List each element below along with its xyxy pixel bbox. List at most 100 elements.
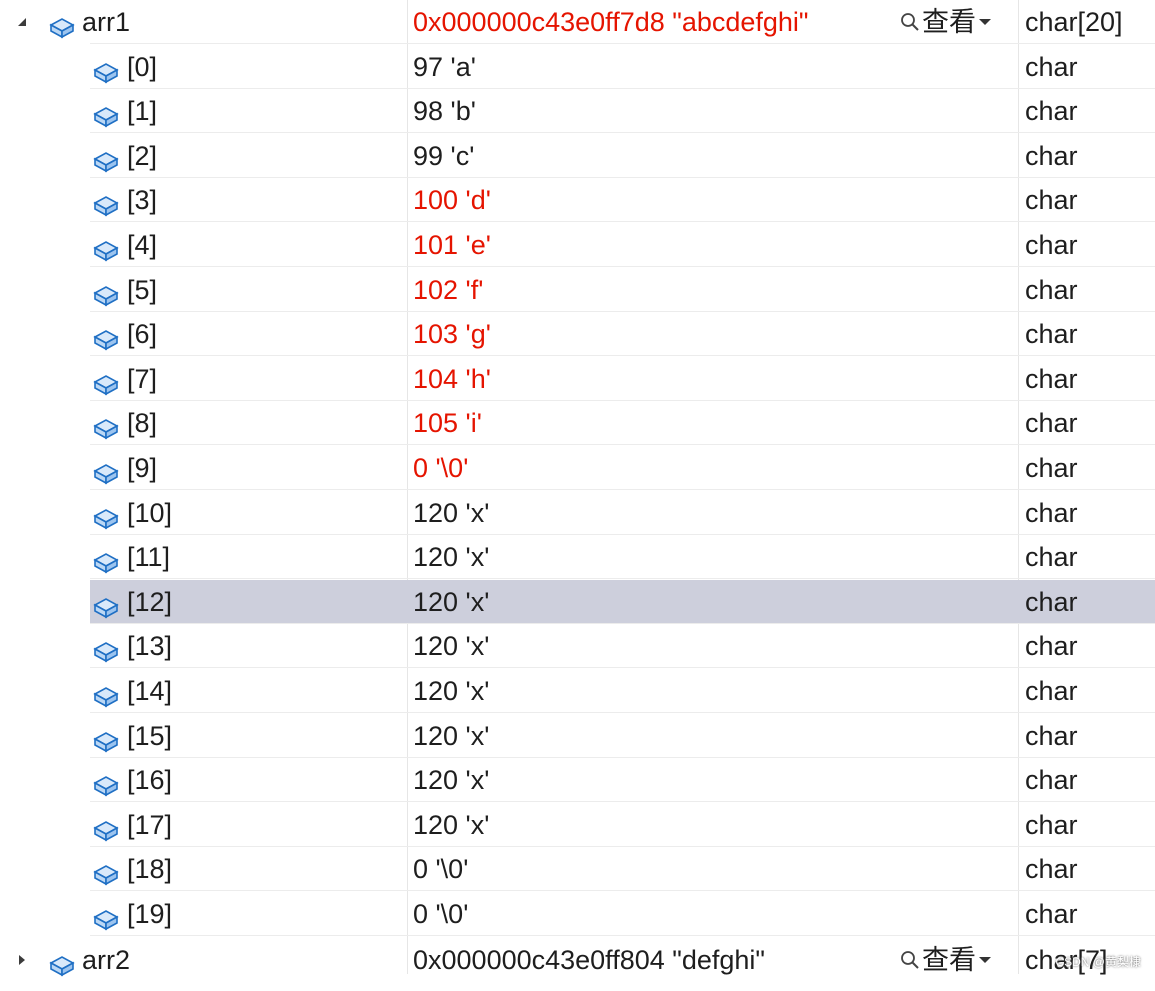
field-cube-icon [92, 767, 120, 797]
watch-row-element[interactable]: [6] 103 'g' char [0, 312, 1155, 357]
element-type: char [1025, 185, 1078, 216]
element-type: char [1025, 676, 1078, 706]
watch-row-element[interactable]: [8] 105 'i' char [0, 401, 1155, 446]
view-label: 查看 [922, 7, 976, 37]
watch-row-element[interactable]: [19] 0 '\0' char [0, 892, 1155, 936]
element-value[interactable]: 99 'c' [413, 134, 1003, 178]
element-value[interactable]: 104 'h' [413, 357, 1003, 401]
watch-row-element[interactable]: [4] 101 'e' char [0, 223, 1155, 267]
element-value[interactable]: 120 'x' [413, 803, 1003, 847]
watch-row-element[interactable]: [17] 120 'x' char [0, 803, 1155, 847]
variable-value[interactable]: 0x000000c43e0ff7d8 "abcdefghi" [413, 0, 893, 44]
element-value[interactable]: 0 '\0' [413, 446, 1003, 490]
element-value[interactable]: 98 'b' [413, 89, 1003, 133]
element-type: char [1025, 453, 1078, 483]
watch-row-element[interactable]: [15] 120 'x' char [0, 714, 1155, 758]
watch-row-element[interactable]: [2] 99 'c' char [0, 134, 1155, 178]
magnifier-icon [901, 951, 919, 969]
element-value[interactable]: 105 'i' [413, 401, 1003, 445]
element-value[interactable]: 0 '\0' [413, 892, 1003, 936]
field-cube-icon [92, 544, 120, 574]
element-type: char [1025, 408, 1078, 439]
caret-down-icon[interactable] [978, 955, 992, 965]
variable-value[interactable]: 0x000000c43e0ff804 "defghi" [413, 938, 893, 982]
variable-name: arr2 [82, 945, 131, 975]
element-index: [15] [127, 720, 173, 751]
element-index: [8] [127, 408, 158, 439]
field-cube-icon [92, 723, 120, 752]
watch-row-element[interactable]: [12] 120 'x' char [0, 579, 1155, 624]
element-index: [3] [127, 185, 158, 216]
view-label: 查看 [922, 945, 976, 975]
field-cube-icon [92, 500, 120, 529]
element-index: [19] [127, 899, 173, 929]
view-visualizer-button[interactable]: 查看 [900, 938, 992, 982]
element-index: [9] [127, 453, 158, 483]
element-value[interactable]: 120 'x' [413, 535, 1003, 579]
field-cube-icon [92, 98, 120, 128]
field-cube-icon [92, 589, 120, 619]
field-cube-icon [92, 187, 120, 217]
element-value[interactable]: 120 'x' [413, 758, 1003, 802]
field-cube-icon [92, 455, 120, 485]
element-type: char [1025, 497, 1078, 528]
watch-row-element[interactable]: [7] 104 'h' char [0, 357, 1155, 401]
element-type: char [1025, 586, 1078, 617]
magnifier-icon [901, 13, 919, 31]
element-index: [10] [127, 497, 173, 528]
watch-row-arr1[interactable]: arr1 0x000000c43e0ff7d8 "abcdefghi" 查看 c… [0, 0, 1155, 44]
element-value[interactable]: 120 'x' [413, 714, 1003, 758]
watch-row-element[interactable]: [5] 102 'f' char [0, 268, 1155, 312]
element-value[interactable]: 102 'f' [413, 268, 1003, 312]
watermark: CSDN @黄梨棣 [1055, 955, 1141, 969]
view-visualizer-button[interactable]: 查看 [900, 0, 992, 44]
element-value[interactable]: 101 'e' [413, 223, 1003, 267]
watch-row-arr2[interactable]: arr2 0x000000c43e0ff804 "defghi" 查看 char… [0, 938, 1155, 982]
triangle-expanded-icon[interactable] [14, 0, 30, 44]
element-index: [14] [127, 676, 173, 706]
element-type: char [1025, 854, 1078, 885]
element-index: [4] [127, 230, 158, 260]
element-type: char [1025, 809, 1078, 840]
watch-row-element[interactable]: [9] 0 '\0' char [0, 446, 1155, 490]
watch-row-element[interactable]: [1] 98 'b' char [0, 89, 1155, 134]
element-index: [1] [127, 96, 158, 127]
watch-row-element[interactable]: [10] 120 'x' char [0, 491, 1155, 535]
variable-type: char[20] [1025, 7, 1123, 37]
element-value[interactable]: 120 'x' [413, 669, 1003, 713]
watch-row-element[interactable]: [14] 120 'x' char [0, 669, 1155, 713]
field-cube-icon [92, 410, 120, 440]
field-cube-icon [92, 277, 120, 306]
element-index: [6] [127, 319, 158, 350]
element-type: char [1025, 899, 1078, 929]
element-value[interactable]: 100 'd' [413, 178, 1003, 222]
element-value[interactable]: 103 'g' [413, 312, 1003, 356]
element-type: char [1025, 363, 1078, 394]
triangle-collapsed-icon[interactable] [14, 938, 30, 982]
element-value[interactable]: 120 'x' [413, 624, 1003, 668]
element-index: [7] [127, 363, 158, 394]
element-value[interactable]: 120 'x' [413, 580, 1003, 624]
element-type: char [1025, 542, 1078, 573]
element-type: char [1025, 765, 1078, 796]
element-value[interactable]: 97 'a' [413, 45, 1003, 89]
watch-row-element[interactable]: [16] 120 'x' char [0, 758, 1155, 803]
watch-row-element[interactable]: [3] 100 'd' char [0, 178, 1155, 223]
field-cube-icon [92, 321, 120, 351]
element-value[interactable]: 120 'x' [413, 491, 1003, 535]
field-cube-icon [92, 901, 120, 931]
watch-row-element[interactable]: [11] 120 'x' char [0, 535, 1155, 580]
element-index: [13] [127, 631, 173, 662]
field-cube-icon [92, 232, 120, 262]
element-type: char [1025, 319, 1078, 350]
field-cube-icon [92, 856, 120, 886]
caret-down-icon[interactable] [978, 17, 992, 27]
watch-row-element[interactable]: [0] 97 'a' char [0, 45, 1155, 89]
field-cube-icon [92, 678, 120, 708]
element-type: char [1025, 720, 1078, 751]
watch-row-element[interactable]: [13] 120 'x' char [0, 624, 1155, 669]
element-index: [12] [127, 586, 173, 617]
element-value[interactable]: 0 '\0' [413, 847, 1003, 891]
field-cube-icon [92, 812, 120, 842]
watch-row-element[interactable]: [18] 0 '\0' char [0, 847, 1155, 892]
